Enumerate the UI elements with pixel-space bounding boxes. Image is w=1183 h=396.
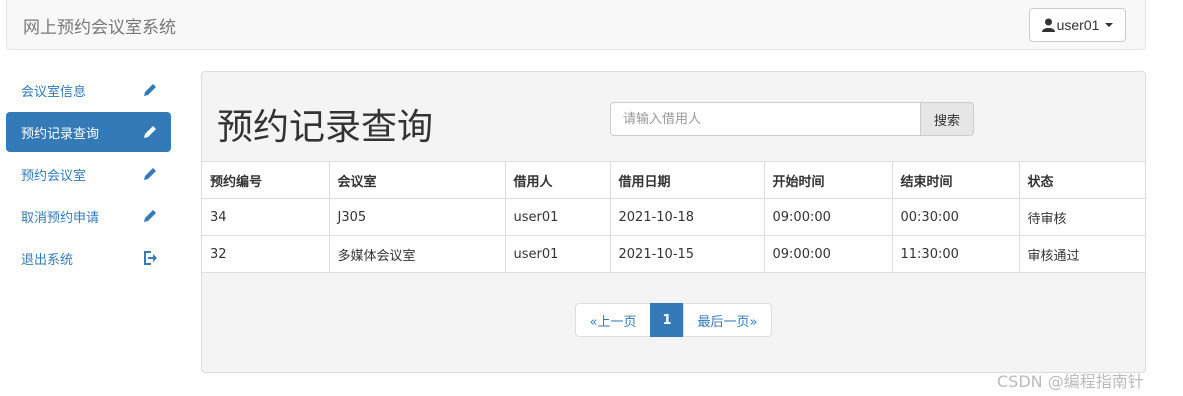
table-cell: 09:00:00 [763,198,893,236]
column-header: 结束时间 [891,161,1020,199]
sidebar-item-booking-records[interactable]: 预约记录查询 [6,112,171,152]
sidebar-item-label: 取消预约申请 [21,210,100,226]
sidebar-item-label: 预约会议室 [21,168,87,184]
table-cell: 审核通过 [1018,235,1145,273]
table-cell: 多媒体会议室 [328,235,506,273]
table-cell: 11:30:00 [891,235,1020,273]
caret-down-icon [1105,23,1114,27]
column-header: 借用日期 [609,161,765,199]
pencil-icon [142,166,158,182]
last-page-link[interactable]: 最后一页» [683,303,772,337]
table-cell: user01 [504,198,611,236]
search-input[interactable] [610,102,920,136]
pencil-icon [142,208,158,224]
user-name: user01 [1056,17,1100,33]
logout-icon [142,250,158,266]
table-cell: 2021-10-15 [609,235,765,273]
page-title: 预约记录查询 [217,107,434,148]
watermark: CSDN @编程指南针 [997,372,1144,391]
pencil-icon [142,124,158,140]
prev-page-link[interactable]: «上一页 [575,303,651,337]
sidebar-item-label: 会议室信息 [21,84,87,100]
table-cell: 2021-10-18 [609,198,765,236]
table-cell: 09:00:00 [763,235,893,273]
sidebar-item-logout[interactable]: 退出系统 [6,238,171,278]
booking-records-table: 预约编号 会议室 借用人 借用日期 开始时间 结束时间 状态 34 J305 u… [202,161,1145,273]
pagination: «上一页 1 最后一页» [575,303,772,337]
column-header: 会议室 [328,161,506,199]
pencil-icon [142,82,158,98]
table-header-row: 预约编号 会议室 借用人 借用日期 开始时间 结束时间 状态 [202,161,1145,199]
brand-title[interactable]: 网上预约会议室系统 [23,13,176,38]
column-header: 状态 [1018,161,1145,199]
sidebar-item-book-room[interactable]: 预约会议室 [6,154,171,194]
table-cell: 00:30:00 [891,198,1020,236]
search-group: 搜索 [610,102,974,136]
sidebar-item-cancel-booking[interactable]: 取消预约申请 [6,196,171,236]
navbar: 网上预约会议室系统 user01 [6,0,1146,50]
sidebar-item-label: 预约记录查询 [21,126,100,142]
table-cell: 34 [202,198,330,236]
column-header: 预约编号 [202,161,330,199]
current-page-link[interactable]: 1 [650,303,684,337]
table-cell: user01 [504,235,611,273]
user-icon [1041,18,1055,32]
table-cell: 32 [202,235,330,273]
sidebar-item-room-info[interactable]: 会议室信息 [6,70,171,110]
sidebar-nav: 会议室信息 预约记录查询 预约会议室 取消预约申请 退出系统 [6,70,171,280]
user-menu-button[interactable]: user01 [1029,8,1126,42]
table-row: 34 J305 user01 2021-10-18 09:00:00 00:30… [202,198,1145,236]
table-cell: 待审核 [1018,198,1145,236]
column-header: 开始时间 [763,161,893,199]
search-button[interactable]: 搜索 [920,102,974,136]
table-row: 32 多媒体会议室 user01 2021-10-15 09:00:00 11:… [202,235,1145,273]
main-panel: 预约记录查询 搜索 预约编号 会议室 借用人 借用日期 开始时间 结束时间 状态… [201,71,1146,373]
column-header: 借用人 [504,161,611,199]
sidebar-item-label: 退出系统 [21,252,74,268]
table-cell: J305 [328,198,506,236]
